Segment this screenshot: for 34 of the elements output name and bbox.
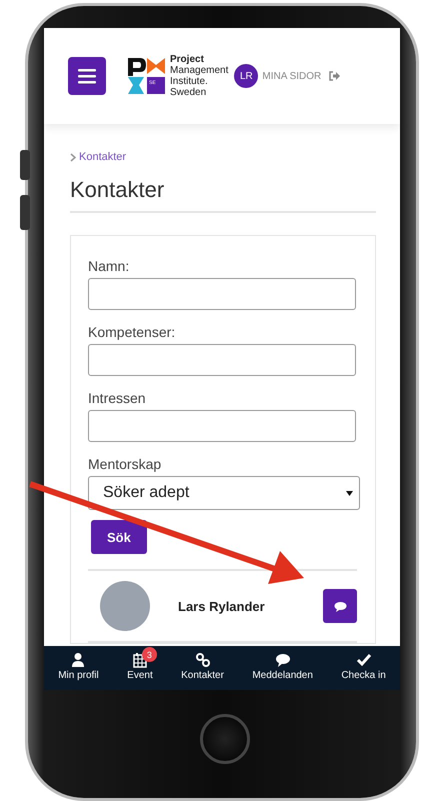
nav-item[interactable]: Checka in (339, 652, 388, 681)
caret-icon (346, 490, 353, 496)
input-field[interactable] (88, 278, 356, 310)
menu-button[interactable] (68, 57, 106, 95)
checkmark-icon (356, 652, 372, 668)
menu-icon (78, 68, 96, 84)
message-button[interactable] (323, 589, 357, 623)
field-label: Mentorskap (88, 456, 162, 472)
link-icon (194, 652, 211, 668)
nav-item[interactable]: Min profil (56, 652, 101, 681)
input-field[interactable] (88, 344, 356, 376)
logout-icon[interactable] (329, 71, 340, 81)
nav-item[interactable]: Meddelanden (250, 652, 315, 681)
field-label: Intressen (88, 390, 147, 406)
calendar-icon (132, 652, 148, 668)
chat-icon (334, 600, 346, 612)
chevron-icon (70, 152, 76, 162)
contact-name: Lars Rylander (178, 598, 266, 614)
user-avatar[interactable]: LR (234, 64, 258, 88)
logo-text: Project Management Institute. Sweden (170, 54, 228, 98)
person-icon (70, 652, 86, 668)
notification-badge: 3 (142, 647, 157, 662)
home-button[interactable] (200, 714, 250, 764)
input-field[interactable] (88, 410, 356, 442)
page-title: Kontakter (70, 177, 376, 213)
search-button[interactable]: Sök (91, 520, 147, 554)
field-label: Kompetenser: (88, 324, 176, 340)
dropdown[interactable]: Söker adept (88, 476, 360, 510)
nav-item[interactable]: Kontakter (179, 652, 226, 681)
breadcrumb-link[interactable]: Kontakter (79, 151, 126, 163)
field-label: Namn: (88, 258, 130, 274)
chat-icon (274, 652, 291, 668)
photo-placeholder (100, 581, 150, 631)
account-link[interactable]: MINA SIDOR (262, 70, 322, 82)
